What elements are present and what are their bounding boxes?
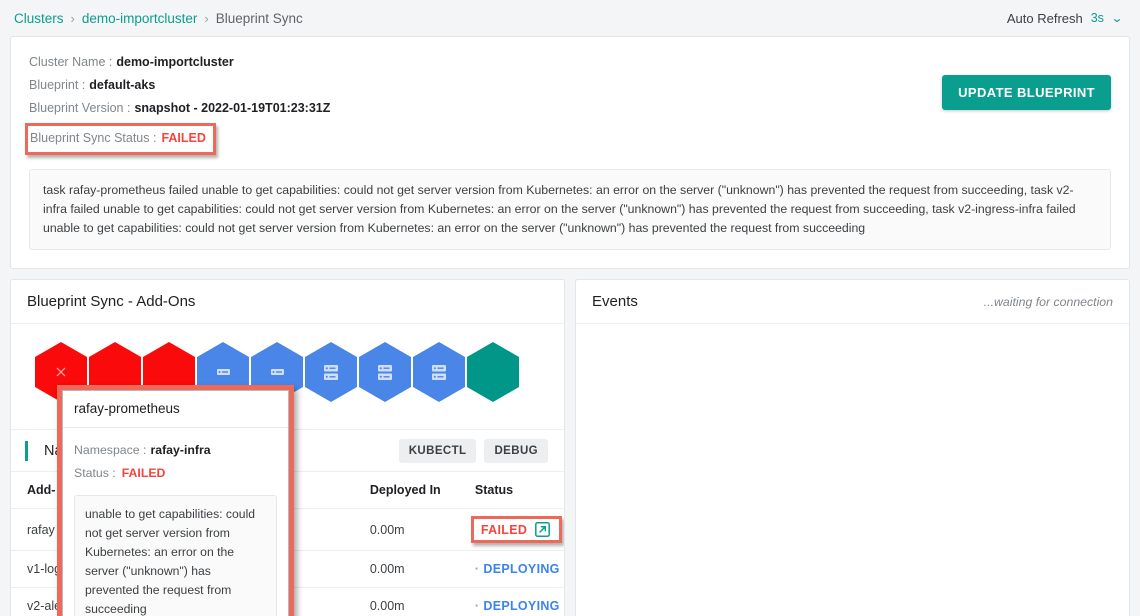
hexagon-addon-8[interactable] <box>413 342 465 402</box>
blueprint-sync-addons-panel: Blueprint Sync - Add-Ons KUBECTL DEBUG A… <box>10 279 565 616</box>
external-link-icon[interactable] <box>535 522 551 537</box>
blueprint-sync-status-label: Blueprint Sync Status : <box>30 131 157 145</box>
events-list <box>576 324 1129 616</box>
server-icon <box>324 364 338 380</box>
tooltip-namespace-value: rafay-infra <box>150 443 211 457</box>
blueprint-value: default-aks <box>89 78 156 92</box>
close-icon <box>56 367 66 377</box>
auto-refresh-label: Auto Refresh <box>1006 10 1083 26</box>
blueprint-sync-status-value: FAILED <box>161 131 206 145</box>
addon-detail-tooltip: rafay-prometheus Namespace : rafay-infra … <box>57 385 294 616</box>
status-badge: DEPLOYING <box>475 599 560 613</box>
tooltip-body: rafay-prometheus Namespace : rafay-infra … <box>62 390 289 616</box>
cell-deployed-in: 0.00m <box>353 587 459 616</box>
hexagon-addon-9[interactable] <box>467 342 519 402</box>
cluster-name-value: demo-importcluster <box>116 55 234 69</box>
cluster-name-label: Cluster Name : <box>29 55 113 69</box>
blueprint-version-value: snapshot - 2022-01-19T01:23:31Z <box>134 101 331 115</box>
tooltip-content: Namespace : rafay-infra Status : FAILED un… <box>63 428 288 616</box>
chevron-down-icon[interactable]: ⌄ <box>1111 12 1124 24</box>
tooltip-error-message: unable to get capabilities: could not ge… <box>74 495 277 616</box>
tooltip-title: rafay-prometheus <box>63 391 288 428</box>
server-icon-small <box>216 368 230 375</box>
cell-deployed-in: 0.00m <box>353 508 459 551</box>
events-panel-title: Events <box>592 293 638 310</box>
blueprint-sync-status-highlight: Blueprint Sync Status : FAILED <box>25 123 216 155</box>
breadcrumb-separator-1: › <box>70 10 75 26</box>
sync-error-message: task rafay-prometheus failed unable to g… <box>29 169 1111 250</box>
blueprint-label: Blueprint : <box>29 78 86 92</box>
cell-deployed-in: 0.00m <box>353 550 459 588</box>
cluster-name-row: Cluster Name : demo-importcluster <box>29 51 1111 74</box>
hexagon-addon-6[interactable] <box>305 342 357 402</box>
addons-panel-header: Blueprint Sync - Add-Ons <box>11 280 564 324</box>
events-panel: Events ...waiting for connection <box>575 279 1130 616</box>
tooltip-status-label: Status : <box>74 466 116 480</box>
blueprint-sync-status-row: Blueprint Sync Status : FAILED <box>30 131 206 145</box>
server-icon-small <box>270 368 284 375</box>
server-icon <box>378 364 392 380</box>
breadcrumb-current: Blueprint Sync <box>215 10 303 26</box>
breadcrumb-bar: Clusters › demo-importcluster › Blueprin… <box>0 0 1140 36</box>
cell-status: FAILED <box>458 508 564 551</box>
failed-status-highlight: FAILED <box>470 516 563 543</box>
auto-refresh-control[interactable]: Auto Refresh 3s ⌄ <box>1006 10 1124 26</box>
column-header-status[interactable]: Status <box>458 471 564 509</box>
tooltip-highlight-border: rafay-prometheus Namespace : rafay-infra … <box>57 385 294 616</box>
breadcrumb-clusters[interactable]: Clusters <box>14 11 64 26</box>
update-blueprint-button[interactable]: UPDATE BLUEPRINT <box>942 75 1111 110</box>
events-connection-status: ...waiting for connection <box>983 294 1113 309</box>
kubectl-button[interactable]: KUBECTL <box>398 438 477 463</box>
cell-status: DEPLOYING <box>458 550 564 588</box>
column-header-deployed-in[interactable]: Deployed In <box>353 471 459 509</box>
refresh-interval-value[interactable]: 3s <box>1091 11 1104 25</box>
cluster-info-card: Cluster Name : demo-importcluster Bluepri… <box>10 36 1130 269</box>
events-panel-header: Events ...waiting for connection <box>576 280 1129 324</box>
lower-section: Blueprint Sync - Add-Ons KUBECTL DEBUG A… <box>10 279 1130 616</box>
breadcrumb-separator-2: › <box>204 10 209 26</box>
tooltip-namespace-label: Namespace : <box>74 443 147 457</box>
breadcrumb-cluster[interactable]: demo-importcluster <box>82 11 198 26</box>
debug-button[interactable]: DEBUG <box>484 438 548 463</box>
addons-panel-title: Blueprint Sync - Add-Ons <box>27 293 196 310</box>
tooltip-status-row: Status : FAILED <box>74 462 277 485</box>
tooltip-status-value: FAILED <box>121 466 166 480</box>
tooltip-namespace-row: Namespace : rafay-infra <box>74 439 277 462</box>
hexagon-addon-7[interactable] <box>359 342 411 402</box>
status-badge: DEPLOYING <box>475 562 560 576</box>
status-badge: FAILED <box>480 522 528 537</box>
cell-status: DEPLOYING <box>458 587 564 616</box>
blueprint-version-label: Blueprint Version : <box>29 101 131 115</box>
server-icon <box>432 364 446 380</box>
